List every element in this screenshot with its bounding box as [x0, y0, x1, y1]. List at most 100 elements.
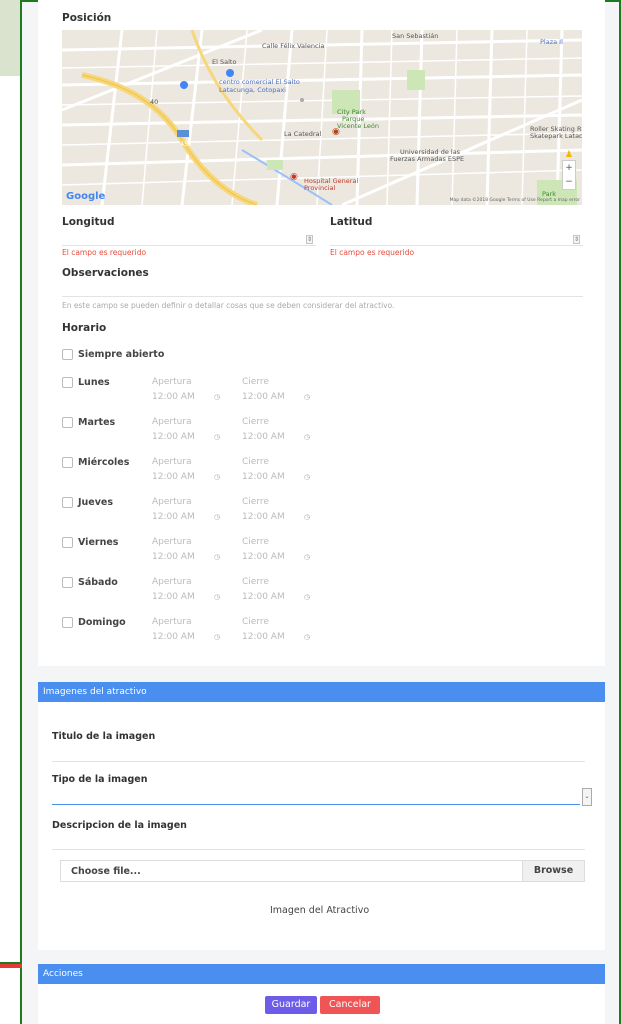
image-title-input[interactable] [52, 761, 585, 762]
zoom-out-button[interactable]: − [563, 175, 575, 189]
closing-time-input[interactable]: 12:00 AM [242, 512, 285, 522]
day-label: Martes [78, 417, 116, 428]
clock-icon[interactable]: ◷ [304, 433, 310, 441]
clock-icon[interactable]: ◷ [304, 473, 310, 481]
browse-button[interactable]: Browse [522, 861, 584, 881]
map-label-park: Park [542, 190, 557, 198]
opening-label: Apertura [152, 497, 192, 507]
map-label-vicente: Vicente León [337, 122, 380, 130]
position-label: Posición [62, 12, 112, 24]
closing-time-input[interactable]: 12:00 AM [242, 592, 285, 602]
closing-label: Cierre [242, 537, 269, 547]
latitude-spinner[interactable]: ⇕ [573, 235, 580, 244]
opening-label: Apertura [152, 617, 192, 627]
latitude-input-line[interactable] [330, 245, 583, 246]
opening-time-input[interactable]: 12:00 AM [152, 632, 195, 642]
opening-time-input[interactable]: 12:00 AM [152, 432, 195, 442]
always-open-label: Siempre abierto [78, 349, 165, 360]
decoration-line-red [0, 964, 22, 968]
closing-label: Cierre [242, 377, 269, 387]
map-label-el-salto: El Salto [212, 58, 237, 66]
clock-icon[interactable]: ◷ [304, 593, 310, 601]
file-placeholder: Choose file... [71, 866, 141, 877]
images-header: Imagenes del atractivo [38, 682, 605, 702]
image-description-input[interactable] [52, 849, 585, 850]
closing-label: Cierre [242, 617, 269, 627]
schedule-label: Horario [62, 322, 107, 334]
closing-time-input[interactable]: 12:00 AM [242, 432, 285, 442]
actions-header: Acciones [38, 964, 605, 984]
clock-icon[interactable]: ◷ [214, 633, 220, 641]
clock-icon[interactable]: ◷ [214, 393, 220, 401]
day-checkbox[interactable] [62, 577, 73, 588]
closing-time-input[interactable]: 12:00 AM [242, 552, 285, 562]
map-label-calle-felix: Calle Félix Valencia [262, 42, 325, 50]
pegman-icon[interactable]: ♟ [565, 150, 573, 160]
day-checkbox[interactable] [62, 497, 73, 508]
map-label-road-40: 40 [150, 98, 159, 106]
opening-time-input[interactable]: 12:00 AM [152, 472, 195, 482]
longitude-spinner[interactable]: ⇕ [306, 235, 313, 244]
map-label-latacunga: Latacunga, Cotopaxi [219, 86, 286, 94]
map[interactable]: San Sebastián Calle Félix Valencia El Sa… [62, 30, 582, 205]
closing-label: Cierre [242, 457, 269, 467]
day-label: Sábado [78, 577, 118, 588]
day-label: Jueves [78, 497, 114, 508]
closing-label: Cierre [242, 497, 269, 507]
image-caption: Imagen del Atractivo [270, 905, 370, 916]
opening-time-input[interactable]: 12:00 AM [152, 512, 195, 522]
background-left [0, 76, 20, 1024]
map-label-catedral: La Catedral [284, 130, 322, 138]
map-label-plaza: Plaza Il [540, 38, 563, 46]
closing-time-input[interactable]: 12:00 AM [242, 392, 285, 402]
closing-time-input[interactable]: 12:00 AM [242, 472, 285, 482]
always-open-checkbox[interactable] [62, 349, 73, 360]
opening-label: Apertura [152, 377, 192, 387]
observations-input-line[interactable] [62, 296, 583, 297]
closing-label: Cierre [242, 577, 269, 587]
latitude-label: Latitud [330, 216, 373, 228]
clock-icon[interactable]: ◷ [304, 633, 310, 641]
closing-time-input[interactable]: 12:00 AM [242, 632, 285, 642]
day-label: Lunes [78, 377, 110, 388]
longitude-error: El campo es requerido [62, 248, 147, 257]
map-label-fuerzas: Fuerzas Armadas ESPE [390, 155, 465, 163]
day-checkbox[interactable] [62, 457, 73, 468]
map-label-san-sebastian: San Sebastián [392, 32, 439, 40]
opening-time-input[interactable]: 12:00 AM [152, 392, 195, 402]
file-input[interactable]: Choose file... Browse [60, 860, 585, 882]
map-footer: Map data ©2018 Google Terms of Use Repor… [449, 198, 580, 203]
longitude-input-line[interactable] [62, 245, 316, 246]
day-checkbox[interactable] [62, 537, 73, 548]
save-button[interactable]: Guardar [265, 996, 317, 1014]
clock-icon[interactable]: ◷ [214, 433, 220, 441]
observations-label: Observaciones [62, 267, 149, 279]
cancel-button[interactable]: Cancelar [320, 996, 380, 1014]
day-checkbox[interactable] [62, 617, 73, 628]
clock-icon[interactable]: ◷ [304, 513, 310, 521]
opening-time-input[interactable]: 12:00 AM [152, 592, 195, 602]
day-checkbox[interactable] [62, 417, 73, 428]
closing-label: Cierre [242, 417, 269, 427]
select-arrow-icon[interactable]: ⌄ [582, 788, 592, 806]
day-checkbox[interactable] [62, 377, 73, 388]
clock-icon[interactable]: ◷ [304, 553, 310, 561]
zoom-in-button[interactable]: + [563, 161, 575, 175]
opening-time-input[interactable]: 12:00 AM [152, 552, 195, 562]
opening-label: Apertura [152, 417, 192, 427]
map-label-road-45: 45 [180, 140, 189, 148]
clock-icon[interactable]: ◷ [214, 593, 220, 601]
map-label-centro: centro comercial El Salto [219, 78, 300, 86]
image-type-label: Tipo de la imagen [52, 774, 148, 785]
clock-icon[interactable]: ◷ [214, 473, 220, 481]
observations-hint: En este campo se pueden definir o detall… [62, 301, 395, 310]
google-logo: Google [66, 191, 106, 202]
clock-icon[interactable]: ◷ [214, 553, 220, 561]
opening-label: Apertura [152, 577, 192, 587]
day-label: Domingo [78, 617, 126, 628]
clock-icon[interactable]: ◷ [214, 513, 220, 521]
clock-icon[interactable]: ◷ [304, 393, 310, 401]
day-label: Miércoles [78, 457, 130, 468]
image-description-label: Descripcion de la imagen [52, 820, 187, 831]
image-type-select[interactable] [52, 804, 580, 805]
